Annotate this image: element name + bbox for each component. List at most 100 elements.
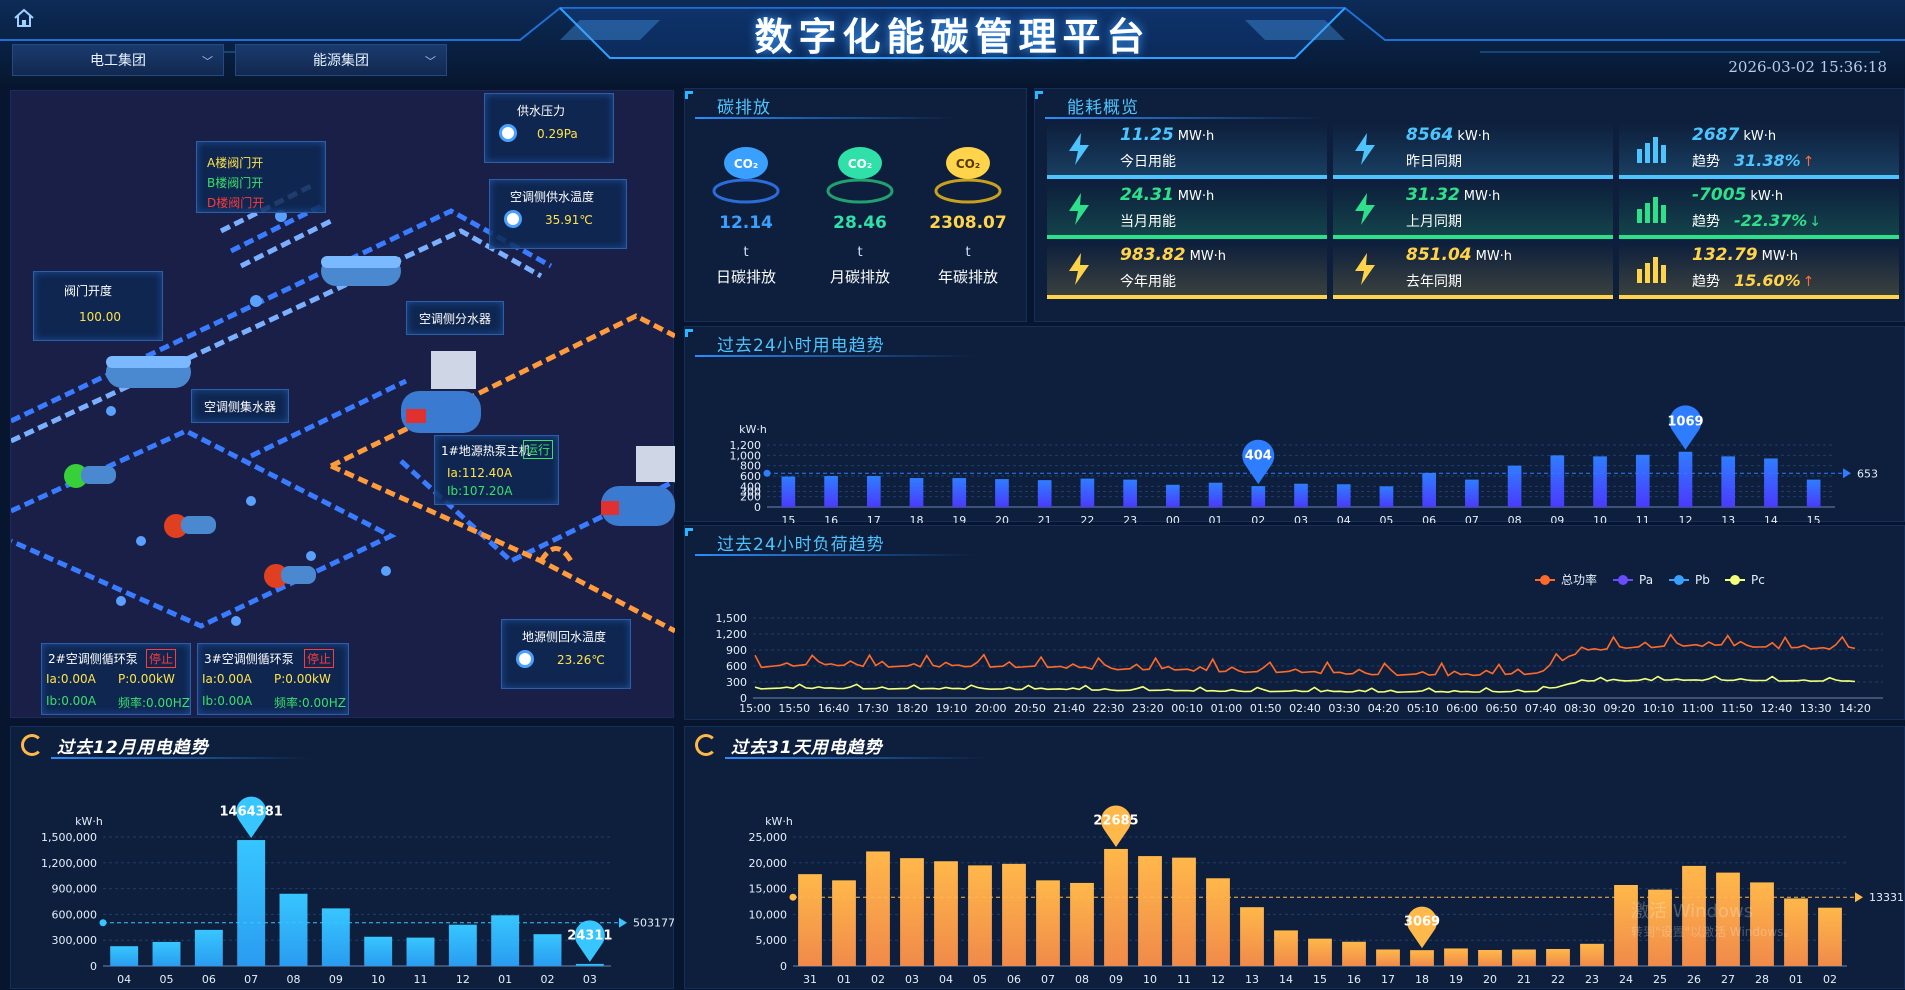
hour24-panel: 过去24小时用电趋势 0 200 300 400 600 800 1,000 1,200 kW·…	[684, 326, 1905, 523]
x-tick-label: 12	[1211, 973, 1225, 986]
average-dot	[99, 919, 107, 927]
x-tick-label: 15:50	[778, 702, 810, 715]
valve-d-status: D楼阀门开	[207, 196, 265, 210]
bar	[1410, 950, 1434, 966]
x-tick-label: 02:40	[1289, 702, 1321, 715]
x-tick-label: 03	[905, 973, 919, 986]
x-tick-label: 02	[1823, 973, 1837, 986]
bar	[1806, 479, 1821, 507]
energy-unit: kW·h	[1743, 129, 1777, 144]
legend-dot	[1730, 575, 1740, 585]
bar	[1080, 478, 1095, 507]
bar	[1507, 465, 1522, 507]
bar	[1206, 878, 1230, 966]
home-icon[interactable]	[12, 6, 36, 30]
bar	[364, 936, 393, 966]
day31-chart: 0 5,000 10,000 15,000 20,000 25,000 kW·h 31 01 02…	[749, 805, 1904, 986]
x-tick-label: 15:00	[739, 702, 771, 715]
spinner-icon	[695, 734, 717, 756]
energy-unit: kW·h	[1457, 129, 1491, 144]
x-tick-label: 07	[1465, 514, 1479, 523]
energy-value: 8564 kW·h	[1406, 125, 1490, 145]
bar	[1444, 948, 1468, 966]
energy-value: -7005 kW·h	[1692, 185, 1783, 205]
svg-text:CO₂: CO₂	[734, 157, 758, 171]
bar	[968, 865, 992, 966]
valve-open-label: 阀门开度	[64, 284, 113, 298]
x-tick-label: 20	[1483, 973, 1497, 986]
panel-corner	[685, 329, 693, 337]
y-axis-label: kW·h	[75, 815, 103, 828]
stat-underline	[1333, 175, 1613, 179]
x-tick-label: 16:40	[818, 702, 850, 715]
energy-label: 今年用能	[1120, 271, 1176, 291]
energy-number: 983.82	[1120, 245, 1186, 265]
heatpump-box: 1#地源热泵主机 运行 Ia:112.40A Ib:107.20A	[434, 435, 559, 505]
bar	[1294, 483, 1308, 507]
legend-dot	[1674, 575, 1684, 585]
pump2-name: 2#空调侧循环泵	[48, 652, 138, 666]
company-select-1[interactable]: 电工集团 ﹀	[12, 44, 224, 76]
carbon-month: CO₂ 28.46 t 月碳排放	[805, 141, 915, 287]
x-tick-label: 08:30	[1564, 702, 1596, 715]
x-tick-label: 24	[1619, 973, 1633, 986]
average-label: 503177	[633, 917, 675, 930]
bar	[1422, 472, 1436, 507]
pump2-ib: Ib:0.00A	[46, 694, 97, 708]
month12-title: 过去12月用电趋势	[57, 738, 209, 758]
company-select-2[interactable]: 能源集团 ﹀	[235, 44, 447, 76]
thermometer-icon	[516, 650, 534, 668]
chevron-down-icon: ﹀	[425, 55, 436, 68]
day31-title: 过去31天用电趋势	[731, 738, 883, 758]
energy-value: 31.32 MW·h	[1406, 185, 1500, 205]
y-tick-label: 25,000	[749, 831, 788, 844]
x-tick-label: 10	[371, 973, 385, 986]
x-tick-label: 05:10	[1407, 702, 1439, 715]
energy-label-text: 趋势	[1692, 214, 1720, 230]
marker-label: 3069	[1404, 915, 1440, 930]
bar	[152, 941, 181, 966]
x-tick-label: 16	[824, 514, 838, 523]
energy-unit: MW·h	[1761, 249, 1799, 264]
average-dot	[763, 469, 771, 477]
divider-label-box: 空调侧分水器	[406, 301, 504, 335]
valve-status-box: A楼阀门开 B楼阀门开 D楼阀门开	[196, 141, 326, 213]
marker-label: 404	[1245, 449, 1272, 464]
pump3-ia: Ia:0.00A	[202, 672, 252, 686]
trend-arrow-icon: ↑	[1802, 274, 1815, 290]
x-tick-label: 00:10	[1171, 702, 1203, 715]
energy-label: 趋势 -22.37% ↓	[1692, 211, 1821, 231]
x-tick-label: 22	[1080, 514, 1094, 523]
x-tick-label: 17:30	[857, 702, 889, 715]
x-tick-label: 13	[1245, 973, 1259, 986]
heat-pump-1	[401, 351, 481, 433]
x-tick-label: 23	[1585, 973, 1599, 986]
energy-label-text: 趋势	[1692, 274, 1720, 290]
energy-unit: kW·h	[1750, 189, 1784, 204]
series-line	[754, 675, 1856, 694]
pump-green	[64, 464, 116, 488]
energy-stat: 983.82 MW·h 今年用能	[1047, 243, 1327, 299]
x-tick-label: 19	[952, 514, 966, 523]
x-tick-label: 02	[1251, 514, 1265, 523]
pump-red-2	[164, 514, 216, 538]
carbon-panel: 碳排放 CO₂ 12.14 t 日碳排放 CO₂ 28.46 t 月碳排放 CO…	[684, 88, 1027, 322]
carbon-month-value: 28.46	[833, 213, 887, 233]
pump2-p: P:0.00kW	[118, 672, 175, 686]
y-axis-label: kW·h	[765, 815, 793, 828]
energy-value: 2687 kW·h	[1692, 125, 1776, 145]
bar-chart-icon	[1637, 257, 1666, 283]
co2-cloud-icon: CO₂	[826, 147, 894, 204]
hour24-title: 过去24小时用电趋势	[717, 336, 885, 356]
stat-underline	[1619, 175, 1899, 179]
y-tick-label: 15,000	[749, 883, 788, 896]
stat-underline	[1047, 175, 1327, 179]
carbon-day-unit: t	[743, 245, 749, 260]
y-tick-label: 0	[780, 960, 787, 973]
energy-panel: 能耗概览 11.25 MW·h 今日用能 8564 kW·h 昨日同期 2687 kW·h 趋势…	[1034, 88, 1905, 322]
legend-label: Pb	[1695, 573, 1710, 587]
x-tick-label: 20:50	[1014, 702, 1046, 715]
x-tick-label: 04	[939, 973, 953, 986]
energy-number: 132.79	[1692, 245, 1758, 265]
supply-temp-box: 空调侧供水温度 35.91℃	[489, 179, 627, 249]
